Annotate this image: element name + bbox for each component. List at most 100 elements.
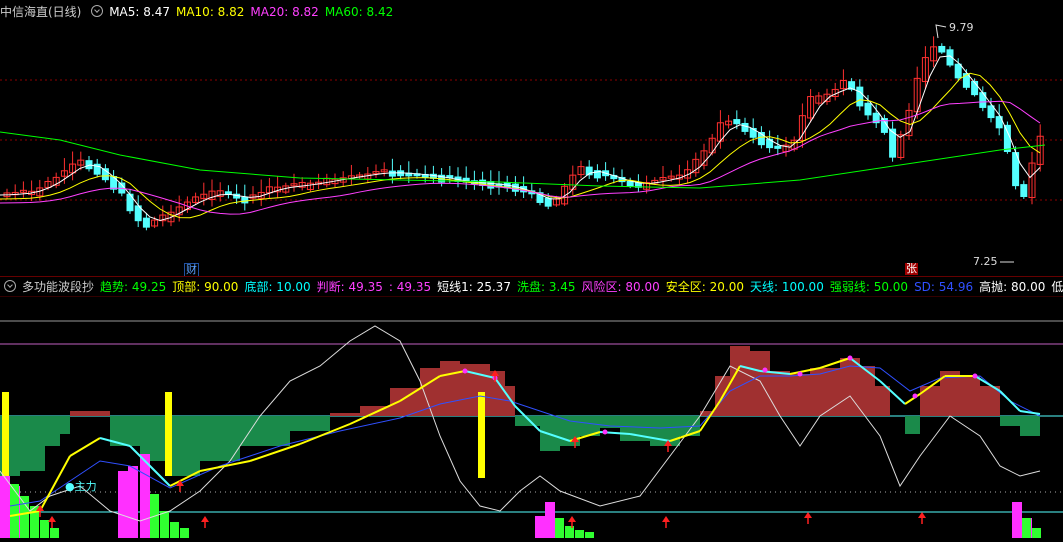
indicator-value-7: 风险区: 80.00 <box>581 280 660 294</box>
hist-magenta-4 <box>140 454 150 538</box>
area-bar-red-30 <box>730 346 750 416</box>
ma5-line <box>0 55 1041 222</box>
indicator-name: 多功能波段抄 <box>22 280 95 294</box>
candle-body-29 <box>241 196 249 204</box>
hist-green-0 <box>10 484 19 538</box>
buy-arrow-icon-7 <box>804 512 812 518</box>
candle-body-90 <box>741 122 749 132</box>
indicator-header: 多功能波段抄 趋势: 49.25 顶部: 90.00 底部: 10.00 判断: 49.… <box>0 276 1063 297</box>
hist-magenta-7 <box>1012 502 1022 538</box>
area-bar-green-2 <box>45 416 60 446</box>
area-bar-red-31 <box>750 351 770 416</box>
hist-green-9 <box>555 518 564 538</box>
ma-value-0: MA5: 8.47 <box>109 5 170 19</box>
trend-seg-28 <box>904 393 921 405</box>
hist-magenta-3 <box>128 466 138 538</box>
candle-body-89 <box>733 119 741 125</box>
trend-seg-2 <box>69 437 101 457</box>
buy-arrow-icon-9 <box>568 516 576 522</box>
area-bar-red-40 <box>920 386 940 416</box>
indicator-chart[interactable] <box>0 296 1063 542</box>
buy-arrow-icon-3 <box>201 516 209 522</box>
indicator-settings-icon[interactable] <box>4 280 16 292</box>
hist-magenta-0 <box>0 476 10 538</box>
hist-green-3 <box>40 520 49 538</box>
indicator-value-3: 判断: 49.35 <box>316 280 383 294</box>
candle-body-116 <box>954 63 962 79</box>
ma-values: MA5: 8.47 MA10: 8.82 MA20: 8.82 MA60: 8.42 <box>109 5 399 19</box>
hist-green-13 <box>1022 518 1031 538</box>
ma-settings-icon[interactable] <box>91 5 104 17</box>
main-chart-header: 中信海直(日线) MA5: 8.47 MA10: 8.82 MA20: 8.82 MA… <box>0 2 1063 22</box>
area-bar-green-8 <box>170 416 200 476</box>
candle-body-104 <box>856 86 864 107</box>
hist-green-14 <box>1032 528 1041 538</box>
area-bar-green-11 <box>290 416 330 431</box>
candle-body-114 <box>938 45 946 53</box>
hist-green-4 <box>50 528 59 538</box>
peak-dot-4 <box>797 371 803 377</box>
indicator-value-2: 底部: 10.00 <box>244 280 311 294</box>
ma-value-1: MA10: 8.82 <box>175 5 245 19</box>
area-bar-red-5 <box>90 411 110 416</box>
ma-value-2: MA20: 8.82 <box>250 5 319 19</box>
candlestick-chart[interactable] <box>0 20 1063 280</box>
indicator-value-13: 低吸: 20.00 <box>1051 280 1063 294</box>
peak-dot-3 <box>762 367 768 373</box>
indicator-value-8: 安全区: 20.00 <box>665 280 744 294</box>
candle-body-119 <box>979 92 987 108</box>
peak-dot-5 <box>847 355 853 361</box>
area-bar-green-44 <box>1000 416 1020 426</box>
peak-dot-7 <box>972 373 978 379</box>
indicator-value-6: 洗盘: 3.45 <box>516 280 576 294</box>
hist-green-11 <box>575 530 584 538</box>
candle-body-105 <box>864 102 872 116</box>
candle-body-120 <box>987 105 995 119</box>
peak-dot-2 <box>602 429 608 435</box>
candle-body-10 <box>85 160 93 170</box>
hist-green-6 <box>160 511 169 538</box>
area-bar-red-36 <box>860 366 875 416</box>
indicator-value-5: 短线1: 25.37 <box>437 280 511 294</box>
hist-green-8 <box>180 528 189 538</box>
buy-arrow-icon-8 <box>918 512 926 518</box>
indicator-value-0: 趋势: 49.25 <box>100 280 167 294</box>
hist-magenta-2 <box>118 471 128 538</box>
candle-body-94 <box>774 145 782 149</box>
indicator-values: 趋势: 49.25 顶部: 90.00 底部: 10.00 判断: 49.35 : 49… <box>100 280 1063 294</box>
indicator-value-10: 强弱线: 50.00 <box>829 280 909 294</box>
hist-magenta-5 <box>535 516 545 538</box>
hist-green-7 <box>170 522 179 538</box>
hist-magenta-6 <box>545 502 555 538</box>
zhuli-label: ●主力 <box>65 480 97 493</box>
indicator-value-9: 天线: 100.00 <box>749 280 824 294</box>
area-bar-red-33 <box>790 374 810 416</box>
hist-green-12 <box>585 532 594 538</box>
high-pointer <box>935 24 947 39</box>
indicator-value-11: SD: 54.96 <box>914 280 974 294</box>
cai-marker[interactable]: 财 <box>184 263 199 277</box>
indicator-value-1: 顶部: 90.00 <box>172 280 239 294</box>
area-bar-red-12 <box>330 413 360 416</box>
price-low-label: 7.25 <box>973 255 998 268</box>
indicator-value-4: : 49.35 <box>388 280 432 294</box>
buy-arrow-icon-1 <box>48 516 56 522</box>
zhang-marker[interactable]: 张 <box>905 263 918 275</box>
signal-bar-2 <box>478 392 485 478</box>
area-bar-green-45 <box>1020 416 1040 436</box>
area-bar-green-3 <box>60 416 70 434</box>
signal-bar-1 <box>165 392 172 476</box>
peak-dot-0 <box>462 368 468 374</box>
price-high-label: 9.79 <box>949 21 974 34</box>
candle-body-17 <box>142 217 150 228</box>
candle-body-118 <box>971 80 979 96</box>
area-bar-red-4 <box>70 411 90 416</box>
candle-body-124 <box>1020 184 1028 197</box>
area-bar-red-16 <box>440 361 460 416</box>
ma-value-3: MA60: 8.42 <box>324 5 394 19</box>
buy-arrow-icon-10 <box>662 516 670 522</box>
area-bar-red-32 <box>770 371 790 416</box>
signal-bar-0 <box>2 392 9 478</box>
zhuli-text: 主力 <box>74 480 97 493</box>
area-bar-green-26 <box>650 416 680 446</box>
